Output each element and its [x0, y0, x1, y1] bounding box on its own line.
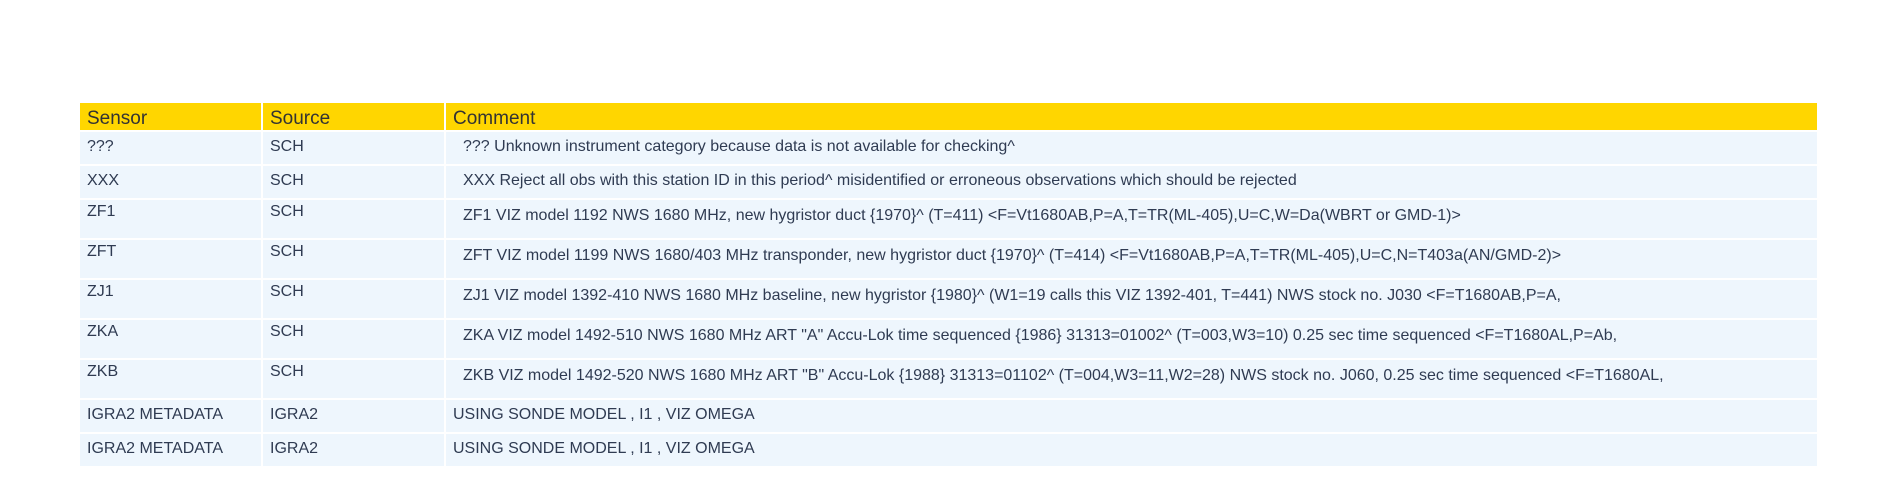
- sensor-cell: ZJ1: [80, 280, 261, 318]
- comment-cell: ZKB VIZ model 1492-520 NWS 1680 MHz ART …: [446, 360, 1817, 398]
- column-header-sensor: Sensor: [80, 103, 261, 130]
- column-header-source: Source: [263, 103, 444, 130]
- source-cell: SCH: [263, 132, 444, 164]
- table-row: ZFT SCH ZFT VIZ model 1199 NWS 1680/403 …: [80, 240, 1817, 278]
- sensor-cell: ZKA: [80, 320, 261, 358]
- sensor-cell: ???: [80, 132, 261, 164]
- source-cell: SCH: [263, 200, 444, 238]
- comment-cell: USING SONDE MODEL , I1 , VIZ OMEGA: [446, 400, 1817, 432]
- sensor-cell: ZKB: [80, 360, 261, 398]
- table-row: IGRA2 METADATA IGRA2 USING SONDE MODEL ,…: [80, 400, 1817, 432]
- comment-cell: ZKA VIZ model 1492-510 NWS 1680 MHz ART …: [446, 320, 1817, 358]
- table-header: Sensor Source Comment: [80, 103, 1817, 130]
- comment-cell: USING SONDE MODEL , I1 , VIZ OMEGA: [446, 434, 1817, 466]
- sensor-metadata-table-container: Sensor Source Comment ??? SCH ??? Unknow…: [80, 101, 1821, 468]
- table-row: ??? SCH ??? Unknown instrument category …: [80, 132, 1817, 164]
- sensor-metadata-table: Sensor Source Comment ??? SCH ??? Unknow…: [78, 101, 1819, 468]
- table-row: ZJ1 SCH ZJ1 VIZ model 1392-410 NWS 1680 …: [80, 280, 1817, 318]
- comment-cell: ZF1 VIZ model 1192 NWS 1680 MHz, new hyg…: [446, 200, 1817, 238]
- source-cell: IGRA2: [263, 400, 444, 432]
- table-row: XXX SCH XXX Reject all obs with this sta…: [80, 166, 1817, 198]
- source-cell: SCH: [263, 166, 444, 198]
- sensor-cell: XXX: [80, 166, 261, 198]
- header-row: Sensor Source Comment: [80, 103, 1817, 130]
- table-body: ??? SCH ??? Unknown instrument category …: [80, 132, 1817, 466]
- comment-cell: ZJ1 VIZ model 1392-410 NWS 1680 MHz base…: [446, 280, 1817, 318]
- comment-cell: XXX Reject all obs with this station ID …: [446, 166, 1817, 198]
- source-cell: SCH: [263, 240, 444, 278]
- table-row: ZF1 SCH ZF1 VIZ model 1192 NWS 1680 MHz,…: [80, 200, 1817, 238]
- comment-cell: ??? Unknown instrument category because …: [446, 132, 1817, 164]
- table-row: IGRA2 METADATA IGRA2 USING SONDE MODEL ,…: [80, 434, 1817, 466]
- sensor-cell: ZF1: [80, 200, 261, 238]
- column-header-comment: Comment: [446, 103, 1817, 130]
- source-cell: SCH: [263, 360, 444, 398]
- table-row: ZKA SCH ZKA VIZ model 1492-510 NWS 1680 …: [80, 320, 1817, 358]
- table-row: ZKB SCH ZKB VIZ model 1492-520 NWS 1680 …: [80, 360, 1817, 398]
- source-cell: IGRA2: [263, 434, 444, 466]
- comment-cell: ZFT VIZ model 1199 NWS 1680/403 MHz tran…: [446, 240, 1817, 278]
- sensor-cell: IGRA2 METADATA: [80, 434, 261, 466]
- source-cell: SCH: [263, 320, 444, 358]
- source-cell: SCH: [263, 280, 444, 318]
- sensor-cell: ZFT: [80, 240, 261, 278]
- sensor-cell: IGRA2 METADATA: [80, 400, 261, 432]
